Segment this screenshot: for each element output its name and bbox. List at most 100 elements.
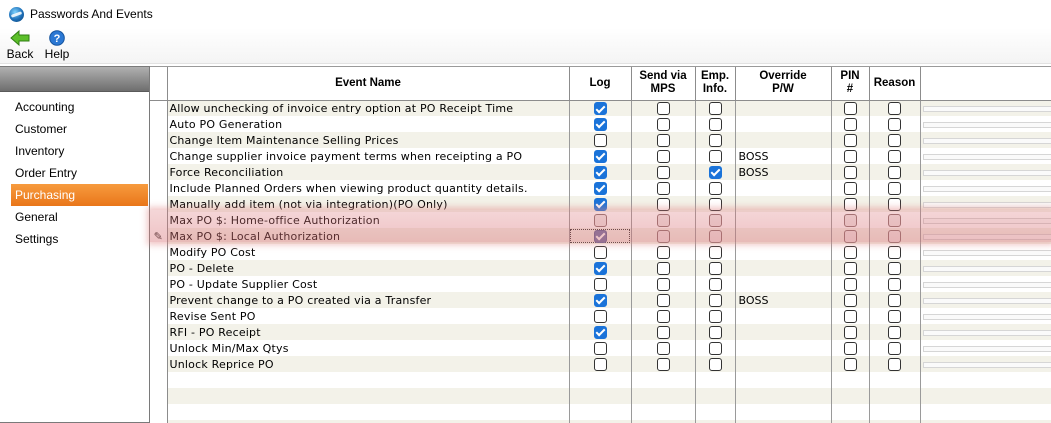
reason-checkbox[interactable]: [888, 213, 901, 227]
reason-checkbox[interactable]: [888, 357, 901, 371]
row-header[interactable]: [150, 100, 168, 116]
table-row[interactable]: Modify PO Cost: [150, 244, 1051, 260]
table-row[interactable]: Force Reconciliation BOSS: [150, 164, 1051, 180]
event-name-cell[interactable]: Max PO $: Local Authorization: [167, 228, 570, 244]
override-pw-cell[interactable]: [735, 228, 832, 244]
reason-checkbox[interactable]: [888, 149, 901, 163]
log-checkbox[interactable]: [593, 293, 607, 307]
event-name-cell[interactable]: Change supplier invoice payment terms wh…: [167, 148, 570, 164]
override-pw-cell[interactable]: [735, 244, 832, 260]
back-button[interactable]: Back: [5, 30, 35, 62]
log-checkbox[interactable]: [593, 165, 607, 179]
pin-checkbox[interactable]: [843, 261, 857, 275]
table-row[interactable]: Allow unchecking of invoice entry option…: [150, 100, 1051, 116]
emp-info-checkbox[interactable]: [708, 245, 722, 259]
table-row[interactable]: Revise Sent PO: [150, 308, 1051, 324]
pin-checkbox[interactable]: [843, 277, 857, 291]
emp-info-checkbox[interactable]: [708, 293, 722, 307]
row-header[interactable]: [150, 276, 168, 292]
override-pw-cell[interactable]: [735, 180, 832, 196]
sidebar-item-accounting[interactable]: Accounting: [11, 96, 149, 118]
row-header[interactable]: [150, 196, 168, 212]
reason-checkbox[interactable]: [888, 293, 901, 307]
reason-checkbox[interactable]: [888, 245, 901, 259]
emp-info-checkbox[interactable]: [708, 133, 722, 147]
table-row[interactable]: Unlock Min/Max Qtys: [150, 340, 1051, 356]
table-row[interactable]: Change Item Maintenance Selling Prices: [150, 132, 1051, 148]
pin-checkbox[interactable]: [843, 133, 857, 147]
emp-info-checkbox[interactable]: [708, 117, 722, 131]
pin-checkbox[interactable]: [843, 102, 857, 115]
pin-checkbox[interactable]: [843, 293, 857, 307]
log-checkbox[interactable]: [593, 149, 607, 163]
emp-info-checkbox[interactable]: [708, 341, 722, 355]
event-name-cell[interactable]: PO - Update Supplier Cost: [167, 276, 570, 292]
event-name-cell[interactable]: Force Reconciliation: [167, 164, 570, 180]
override-pw-cell[interactable]: [735, 212, 832, 228]
send-via-mps-checkbox[interactable]: [656, 229, 670, 243]
override-pw-cell[interactable]: [735, 340, 832, 356]
emp-info-checkbox[interactable]: [708, 229, 722, 243]
send-via-mps-checkbox[interactable]: [656, 341, 670, 355]
row-header[interactable]: [150, 180, 168, 196]
row-header[interactable]: ✎: [150, 228, 168, 244]
table-row[interactable]: Auto PO Generation: [150, 116, 1051, 132]
row-header[interactable]: [150, 244, 168, 260]
event-name-cell[interactable]: Change Item Maintenance Selling Prices: [167, 132, 570, 148]
event-name-cell[interactable]: Allow unchecking of invoice entry option…: [167, 100, 570, 116]
log-checkbox[interactable]: [593, 117, 607, 131]
pin-checkbox[interactable]: [843, 149, 857, 163]
table-row[interactable]: Prevent change to a PO created via a Tra…: [150, 292, 1051, 308]
override-pw-cell[interactable]: [735, 100, 832, 116]
table-row[interactable]: RFI - PO Receipt: [150, 324, 1051, 340]
emp-info-checkbox[interactable]: [708, 102, 722, 115]
table-row[interactable]: PO - Update Supplier Cost: [150, 276, 1051, 292]
reason-checkbox[interactable]: [888, 277, 901, 291]
send-via-mps-checkbox[interactable]: [656, 149, 670, 163]
event-name-cell[interactable]: Unlock Reprice PO: [167, 356, 570, 372]
pin-checkbox[interactable]: [843, 213, 857, 227]
override-pw-cell[interactable]: [735, 308, 832, 324]
send-via-mps-checkbox[interactable]: [656, 309, 670, 323]
pin-checkbox[interactable]: [843, 341, 857, 355]
sidebar-item-purchasing[interactable]: Purchasing: [11, 184, 148, 206]
send-via-mps-checkbox[interactable]: [656, 325, 670, 339]
row-header[interactable]: [150, 260, 168, 276]
override-pw-cell[interactable]: BOSS: [735, 164, 832, 180]
col-reason[interactable]: Reason: [869, 67, 921, 101]
event-name-cell[interactable]: Include Planned Orders when viewing prod…: [167, 180, 570, 196]
override-pw-cell[interactable]: BOSS: [735, 292, 832, 308]
send-via-mps-checkbox[interactable]: [656, 165, 670, 179]
log-checkbox[interactable]: [593, 213, 607, 227]
reason-checkbox[interactable]: [888, 197, 901, 211]
row-header[interactable]: [150, 356, 168, 372]
override-pw-cell[interactable]: [735, 132, 832, 148]
sidebar-item-customer[interactable]: Customer: [11, 118, 149, 140]
log-checkbox[interactable]: [593, 309, 607, 323]
emp-info-checkbox[interactable]: [708, 149, 722, 163]
sidebar-item-order-entry[interactable]: Order Entry: [11, 162, 149, 184]
col-send-via-mps[interactable]: Send via MPS: [631, 67, 696, 101]
row-header[interactable]: [150, 164, 168, 180]
send-via-mps-checkbox[interactable]: [656, 213, 670, 227]
pin-checkbox[interactable]: [843, 357, 857, 371]
table-row[interactable]: PO - Delete: [150, 260, 1051, 276]
override-pw-cell[interactable]: [735, 196, 832, 212]
table-row[interactable]: Max PO $: Home-office Authorization: [150, 212, 1051, 228]
col-event-name[interactable]: Event Name: [167, 67, 570, 101]
override-pw-cell[interactable]: [735, 116, 832, 132]
row-header[interactable]: [150, 132, 168, 148]
reason-checkbox[interactable]: [888, 102, 901, 115]
row-header[interactable]: [150, 212, 168, 228]
table-row[interactable]: Include Planned Orders when viewing prod…: [150, 180, 1051, 196]
log-checkbox[interactable]: [593, 229, 607, 243]
sidebar-item-inventory[interactable]: Inventory: [11, 140, 149, 162]
send-via-mps-checkbox[interactable]: [656, 181, 670, 195]
reason-checkbox[interactable]: [888, 341, 901, 355]
send-via-mps-checkbox[interactable]: [656, 293, 670, 307]
emp-info-checkbox[interactable]: [708, 165, 722, 179]
log-checkbox[interactable]: [593, 133, 607, 147]
emp-info-checkbox[interactable]: [708, 261, 722, 275]
emp-info-checkbox[interactable]: [708, 197, 722, 211]
table-row[interactable]: ✎ Max PO $: Local Authorization: [150, 228, 1051, 244]
